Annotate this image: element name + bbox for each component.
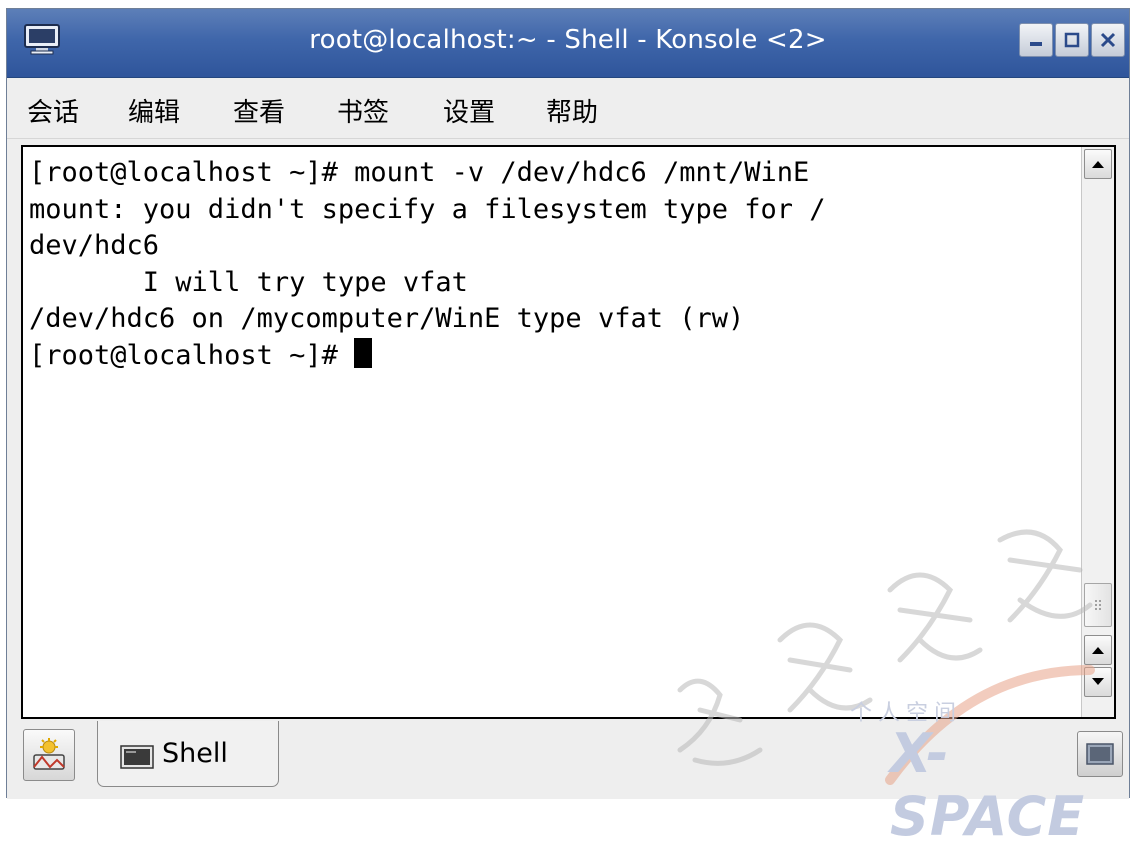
minimize-button[interactable] (1019, 23, 1053, 57)
tab-label: Shell (162, 738, 228, 769)
terminal-line: mount: you didn't specify a filesystem t… (29, 193, 826, 225)
arrow-down-icon (1092, 678, 1104, 685)
title-bar[interactable]: root@localhost:~ - Shell - Konsole <2> (7, 9, 1129, 78)
scroll-thumb[interactable] (1084, 583, 1112, 627)
new-session-button[interactable] (23, 729, 75, 781)
vertical-scrollbar[interactable] (1081, 147, 1114, 717)
minimize-icon (1030, 42, 1042, 46)
maximize-button[interactable] (1055, 23, 1089, 57)
konsole-window: root@localhost:~ - Shell - Konsole <2> 会… (6, 8, 1130, 799)
menu-edit[interactable]: 编辑 (128, 92, 180, 129)
watermark-brand-en: X-SPACE (890, 722, 1086, 848)
terminal-line: dev/hdc6 (29, 230, 160, 261)
menu-bar: 会话 编辑 查看 书签 设置 帮助 (7, 78, 1129, 139)
text-cursor (354, 337, 373, 368)
menu-session[interactable]: 会话 (27, 92, 79, 129)
terminal-line: [root@localhost ~]# mount -v /dev/hdc6 /… (29, 157, 810, 188)
terminal-output[interactable]: [root@localhost ~]# mount -v /dev/hdc6 /… (29, 155, 1074, 374)
arrow-up-icon (1092, 161, 1104, 168)
tab-shell[interactable]: Shell (97, 721, 279, 787)
grip-icon (1094, 599, 1103, 611)
scroll-up-button[interactable] (1084, 635, 1112, 665)
terminal-prompt-line: [root@localhost ~]# (29, 337, 1074, 375)
window-title: root@localhost:~ - Shell - Konsole <2> (309, 25, 827, 55)
menu-help[interactable]: 帮助 (546, 92, 598, 129)
scroll-down-button[interactable] (1084, 667, 1112, 697)
terminal-area[interactable]: [root@localhost ~]# mount -v /dev/hdc6 /… (21, 145, 1116, 719)
terminal-icon (120, 745, 154, 769)
arrow-up-icon (1092, 647, 1104, 654)
terminal-line: /dev/hdc6 on /mycomputer/WinE type vfat … (29, 303, 745, 334)
menu-settings[interactable]: 设置 (443, 92, 495, 129)
terminal-prompt: [root@localhost ~]# (29, 339, 355, 371)
new-session-icon (33, 738, 65, 770)
menu-bookmarks[interactable]: 书签 (337, 92, 389, 129)
close-button[interactable] (1091, 23, 1125, 57)
menu-view[interactable]: 查看 (233, 92, 285, 129)
maximize-icon (1064, 32, 1080, 48)
scroll-up-button-top[interactable] (1084, 149, 1112, 179)
terminal-line: I will try type vfat (29, 266, 468, 298)
close-icon (1100, 32, 1116, 48)
